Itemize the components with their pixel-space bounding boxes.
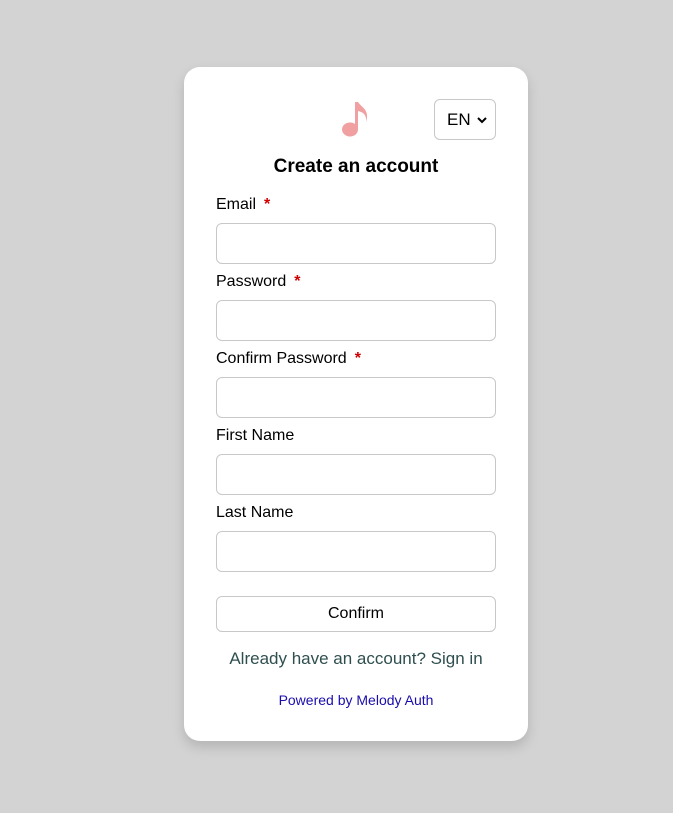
- confirm-password-label: Confirm Password *: [216, 350, 361, 368]
- signup-card: EN Create an account Email * Password * Co…: [184, 67, 528, 741]
- first-name-field[interactable]: [216, 454, 496, 495]
- email-field[interactable]: [216, 223, 496, 264]
- chevron-down-icon: [477, 117, 487, 124]
- password-label: Password *: [216, 273, 300, 291]
- confirm-password-field[interactable]: [216, 377, 496, 418]
- password-field[interactable]: [216, 300, 496, 341]
- confirm-button[interactable]: Confirm: [216, 596, 496, 632]
- required-marker: *: [264, 196, 271, 213]
- last-name-field[interactable]: [216, 531, 496, 572]
- required-marker: *: [354, 350, 361, 367]
- last-name-label-text: Last Name: [216, 504, 294, 521]
- first-name-label-text: First Name: [216, 427, 295, 444]
- signin-link[interactable]: Sign in: [431, 649, 483, 668]
- powered-by-link[interactable]: Powered by Melody Auth: [279, 692, 434, 708]
- email-label-text: Email: [216, 196, 257, 213]
- confirm-password-label-text: Confirm Password: [216, 350, 347, 367]
- signin-prompt-line: Already have an account? Sign in: [184, 649, 528, 669]
- last-name-label: Last Name: [216, 504, 293, 522]
- powered-by: Powered by Melody Auth: [184, 692, 528, 708]
- music-note-icon: [342, 102, 368, 137]
- language-select[interactable]: EN: [434, 99, 496, 140]
- language-select-value: EN: [447, 109, 471, 129]
- signin-prompt-text: Already have an account?: [229, 649, 426, 668]
- required-marker: *: [294, 273, 301, 290]
- page-title: Create an account: [273, 156, 439, 177]
- password-label-text: Password: [216, 273, 287, 290]
- first-name-label: First Name: [216, 427, 294, 445]
- email-label: Email *: [216, 196, 270, 214]
